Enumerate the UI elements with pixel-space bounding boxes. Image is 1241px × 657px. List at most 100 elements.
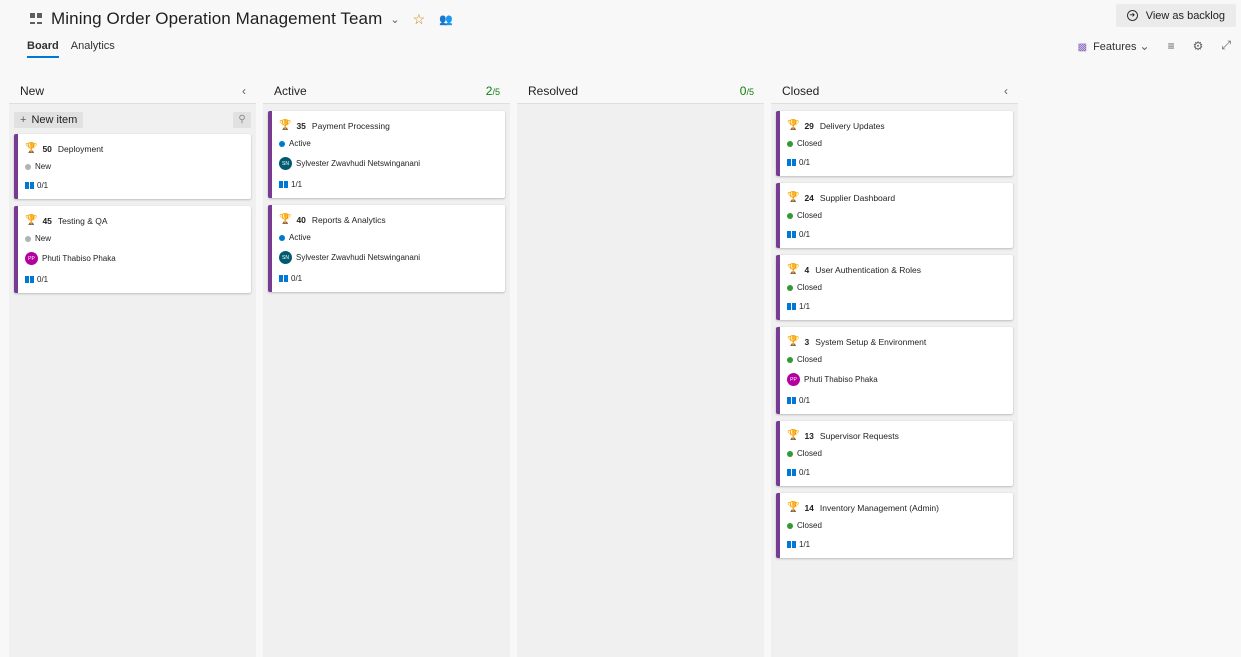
gear-icon[interactable]: ⚙	[1193, 39, 1204, 53]
card-state: Closed	[797, 355, 822, 364]
trophy-icon: 🏆	[787, 336, 800, 347]
trophy-icon: 🏆	[25, 215, 38, 226]
chevron-down-icon[interactable]: ⌄	[390, 13, 399, 26]
team-header: Mining Order Operation Management Team ⌄…	[30, 8, 453, 30]
card-id: 14	[804, 502, 814, 513]
card-id: 3	[804, 336, 810, 347]
chevron-down-icon: ⌄	[1139, 38, 1150, 53]
column-header: Active 2/5	[263, 78, 510, 104]
trophy-icon: 🏆	[787, 192, 800, 203]
trophy-icon: 🏆	[787, 120, 800, 131]
card-progress: 0/1	[799, 230, 811, 239]
arrow-circle-icon: ➜	[1126, 10, 1138, 21]
state-dot-icon	[787, 140, 793, 147]
state-dot-icon	[787, 212, 793, 219]
favorite-star-icon[interactable]: ☆	[413, 11, 426, 28]
tab-board[interactable]: Board	[27, 40, 59, 58]
board-tabs: Board Analytics	[27, 40, 115, 58]
card-title[interactable]: Testing & QA	[58, 216, 108, 226]
kanban-board: New ‹ + New item ⚲ 🏆 50 Deployment New 0/1 …	[9, 78, 1018, 657]
work-item-card[interactable]: 🏆 35 Payment Processing Active SN Sylvester…	[268, 111, 505, 198]
work-item-card[interactable]: 🏆 3 System Setup & Environment Closed PP Ph…	[776, 327, 1013, 414]
card-id: 13	[804, 430, 814, 441]
team-title[interactable]: Mining Order Operation Management Team	[51, 9, 382, 29]
work-item-card[interactable]: 🏆 14 Inventory Management (Admin) Closed 1…	[776, 493, 1013, 558]
avatar: SN	[279, 251, 292, 264]
card-state: Closed	[797, 139, 822, 148]
card-progress: 0/1	[37, 275, 49, 284]
card-list: 🏆 50 Deployment New 0/1 🏆 45 Testing & QA Ne…	[9, 134, 256, 293]
card-title[interactable]: Inventory Management (Admin)	[820, 503, 939, 513]
card-id: 50	[42, 143, 52, 154]
card-progress: 0/1	[799, 396, 811, 405]
avatar: PP	[25, 252, 38, 265]
book-icon	[787, 303, 796, 310]
column-header: New ‹	[9, 78, 256, 104]
trophy-icon: 🏆	[25, 143, 38, 154]
card-id: 35	[296, 120, 306, 131]
state-dot-icon	[279, 140, 285, 147]
card-assignee[interactable]: Phuti Thabiso Phaka	[804, 375, 878, 384]
collapse-chevron-icon[interactable]: ‹	[1004, 84, 1008, 98]
features-selector[interactable]: ▩ Features ⌄	[1078, 39, 1150, 53]
column-new: New ‹ + New item ⚲ 🏆 50 Deployment New 0/1 …	[9, 78, 256, 657]
card-id: 45	[42, 215, 52, 226]
tab-analytics[interactable]: Analytics	[71, 40, 115, 58]
work-item-card[interactable]: 🏆 4 User Authentication & Roles Closed 1/1	[776, 255, 1013, 320]
team-members-icon[interactable]: 👥	[439, 13, 453, 26]
avatar: SN	[279, 157, 292, 170]
work-item-card[interactable]: 🏆 29 Delivery Updates Closed 0/1	[776, 111, 1013, 176]
features-icon: ▩	[1077, 41, 1088, 53]
card-title[interactable]: Supervisor Requests	[820, 431, 899, 441]
card-title[interactable]: User Authentication & Roles	[815, 265, 921, 275]
work-item-card[interactable]: 🏆 13 Supervisor Requests Closed 0/1	[776, 421, 1013, 486]
fullscreen-icon[interactable]: ⤢	[1221, 38, 1231, 53]
card-assignee[interactable]: Sylvester Zwavhudi Netswinganani	[296, 253, 420, 262]
state-dot-icon	[787, 450, 793, 457]
card-assignee[interactable]: Sylvester Zwavhudi Netswinganani	[296, 159, 420, 168]
card-state: Active	[289, 233, 311, 242]
wip-count: 2/5	[485, 83, 500, 98]
view-as-backlog-button[interactable]: ➜ View as backlog	[1115, 4, 1236, 27]
book-icon	[279, 181, 288, 188]
column-resolved: Resolved 0/5	[517, 78, 764, 657]
book-icon	[279, 275, 288, 282]
card-progress: 0/1	[37, 181, 49, 190]
card-state: Closed	[797, 283, 822, 292]
collapse-chevron-icon[interactable]: ‹	[242, 84, 246, 98]
search-icon[interactable]: ⚲	[233, 112, 251, 128]
card-state: New	[35, 234, 52, 243]
state-dot-icon	[787, 284, 793, 291]
card-state: Active	[289, 139, 311, 148]
new-item-label: New item	[31, 114, 78, 126]
book-icon	[787, 469, 796, 476]
column-header: Resolved 0/5	[517, 78, 764, 104]
work-item-card[interactable]: 🏆 40 Reports & Analytics Active SN Sylveste…	[268, 205, 505, 292]
card-list: 🏆 35 Payment Processing Active SN Sylvester…	[263, 104, 510, 292]
column-title: New	[20, 83, 45, 98]
card-title[interactable]: Deployment	[58, 144, 103, 154]
card-title[interactable]: System Setup & Environment	[815, 337, 926, 347]
work-item-card[interactable]: 🏆 50 Deployment New 0/1	[14, 134, 251, 199]
work-item-card[interactable]: 🏆 45 Testing & QA New PP Phuti Thabiso Phak…	[14, 206, 251, 293]
card-id: 4	[804, 264, 810, 275]
card-progress: 0/1	[291, 274, 303, 283]
card-assignee[interactable]: Phuti Thabiso Phaka	[42, 254, 116, 263]
state-dot-icon	[787, 522, 793, 529]
card-title[interactable]: Delivery Updates	[820, 121, 885, 131]
new-item-button[interactable]: + New item	[14, 112, 84, 128]
card-title[interactable]: Supplier Dashboard	[820, 193, 895, 203]
card-title[interactable]: Reports & Analytics	[312, 215, 386, 225]
work-item-card[interactable]: 🏆 24 Supplier Dashboard Closed 0/1	[776, 183, 1013, 248]
card-progress: 1/1	[799, 540, 811, 549]
trophy-icon: 🏆	[787, 430, 800, 441]
filter-icon[interactable]: ≡	[1168, 39, 1175, 53]
card-title[interactable]: Payment Processing	[312, 121, 390, 131]
card-progress: 0/1	[799, 158, 811, 167]
wip-count: 0/5	[739, 83, 754, 98]
state-dot-icon	[25, 163, 31, 170]
card-id: 24	[804, 192, 814, 203]
card-progress: 1/1	[799, 302, 811, 311]
new-item-row: + New item ⚲	[14, 112, 251, 128]
state-dot-icon	[279, 234, 285, 241]
